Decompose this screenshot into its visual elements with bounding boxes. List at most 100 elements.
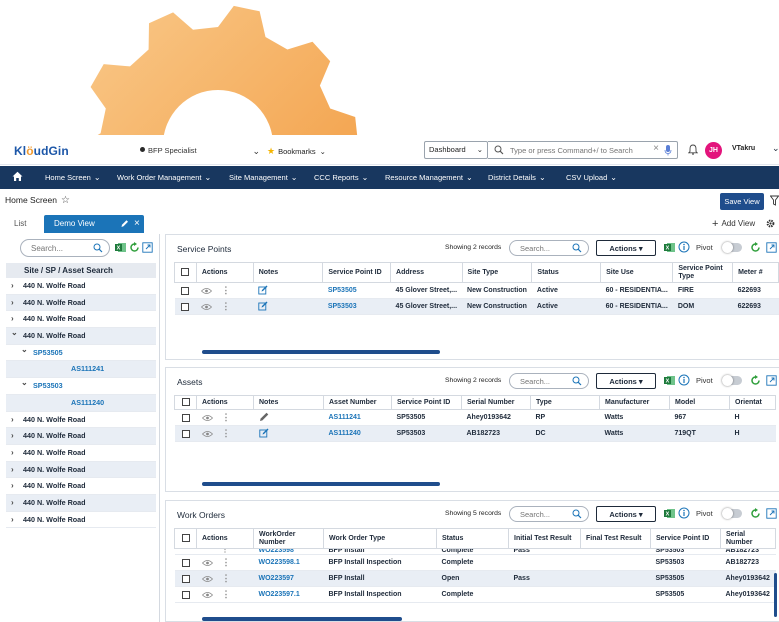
- asset-number-link[interactable]: AS111241: [323, 409, 392, 426]
- more-options-icon[interactable]: ⋮: [222, 428, 231, 439]
- chevron-right-icon[interactable]: ›: [11, 445, 14, 462]
- work-order-number-link[interactable]: WO223598.1: [253, 554, 324, 571]
- global-search-input[interactable]: [510, 144, 638, 157]
- settings-gear-icon[interactable]: [766, 219, 775, 228]
- asset-number-link[interactable]: AS111240: [323, 425, 392, 442]
- excel-icon[interactable]: X: [664, 508, 675, 519]
- pivot-toggle[interactable]: [722, 375, 742, 386]
- add-view-button[interactable]: + Add View: [712, 218, 755, 230]
- tree-item[interactable]: › 440 N. Wolfe Road: [6, 294, 156, 312]
- edit-note-icon[interactable]: [258, 285, 268, 295]
- tree-item[interactable]: › 440 N. Wolfe Road: [6, 512, 156, 529]
- column-header[interactable]: Serial Number: [720, 528, 776, 549]
- chevron-down-icon[interactable]: ⌄: [21, 375, 28, 392]
- expand-icon[interactable]: [766, 508, 777, 519]
- tree-item[interactable]: › 440 N. Wolfe Road: [6, 445, 156, 462]
- user-avatar[interactable]: JH: [705, 142, 722, 159]
- column-header[interactable]: Site Use: [600, 262, 674, 283]
- column-header[interactable]: Meter #: [732, 262, 779, 283]
- column-header[interactable]: WorkOrder Number: [253, 528, 324, 549]
- chevron-down-icon[interactable]: ⌄: [772, 143, 779, 154]
- column-header[interactable]: Final Test Result: [580, 528, 651, 549]
- column-header[interactable]: Address: [390, 262, 463, 283]
- chevron-right-icon[interactable]: ›: [11, 495, 14, 512]
- row-checkbox[interactable]: [181, 558, 190, 567]
- work-order-number-link[interactable]: WO223597.1: [253, 586, 324, 603]
- panel-search-input[interactable]: [520, 509, 570, 520]
- panel-search-input[interactable]: [520, 376, 570, 387]
- tree-item[interactable]: › 440 N. Wolfe Road: [6, 428, 156, 445]
- horizontal-scrollbar[interactable]: [202, 350, 440, 354]
- search-icon[interactable]: [572, 243, 582, 253]
- select-all-checkbox[interactable]: [181, 534, 190, 543]
- pivot-toggle[interactable]: [722, 242, 742, 253]
- tab-demo-view[interactable]: Demo View ×: [44, 215, 144, 233]
- more-options-icon[interactable]: ⋮: [221, 301, 230, 312]
- nav-site-management[interactable]: Site Management ⌄: [229, 166, 298, 189]
- chevron-down-icon[interactable]: ⌄: [11, 325, 18, 342]
- bookmarks-menu[interactable]: ★ Bookmarks ⌄: [267, 143, 326, 159]
- view-eye-icon[interactable]: [201, 575, 213, 583]
- tree-item[interactable]: ⌄ 440 N. Wolfe Road: [6, 328, 156, 345]
- filter-icon[interactable]: [770, 195, 779, 206]
- panel-search-input[interactable]: [520, 243, 570, 254]
- column-header[interactable]: Serial Number: [461, 395, 531, 410]
- more-options-icon[interactable]: ⋮: [221, 285, 230, 296]
- info-icon[interactable]: [678, 507, 690, 519]
- user-name[interactable]: VTakru: [732, 145, 755, 152]
- more-options-icon[interactable]: ⋮: [222, 573, 231, 584]
- service-point-id-link[interactable]: SP53505: [322, 282, 391, 299]
- column-header[interactable]: Actions: [196, 528, 254, 549]
- refresh-icon[interactable]: [750, 242, 761, 253]
- more-options-icon[interactable]: ⋮: [222, 557, 231, 568]
- view-eye-icon[interactable]: [201, 430, 213, 438]
- column-header[interactable]: Notes: [252, 262, 324, 283]
- select-all-checkbox[interactable]: [181, 398, 190, 407]
- view-eye-icon[interactable]: [201, 414, 213, 422]
- row-checkbox[interactable]: [181, 286, 190, 295]
- work-order-number-link[interactable]: WO223597: [253, 570, 324, 587]
- tree-item[interactable]: ⌄ SP53505: [6, 345, 156, 362]
- column-header[interactable]: Service Point Type: [672, 262, 734, 283]
- excel-icon[interactable]: X: [115, 242, 126, 253]
- horizontal-scrollbar[interactable]: [202, 482, 440, 486]
- clear-icon[interactable]: ×: [653, 143, 659, 154]
- view-eye-icon[interactable]: [201, 559, 213, 567]
- chevron-right-icon[interactable]: ›: [11, 278, 14, 295]
- tab-list[interactable]: List: [14, 215, 26, 233]
- tree-item[interactable]: › 440 N. Wolfe Road: [6, 478, 156, 495]
- tree-item[interactable]: AS111240: [6, 394, 156, 412]
- view-eye-icon[interactable]: [201, 303, 213, 311]
- more-options-icon[interactable]: ⋮: [222, 549, 229, 554]
- table-row[interactable]: ⋮ SP53503 45 Glover Street,... New Const…: [174, 298, 779, 315]
- table-row[interactable]: ⋮ WO223598.1 BFP Install Inspection Comp…: [174, 554, 776, 571]
- column-header[interactable]: Service Point ID: [391, 395, 462, 410]
- column-header[interactable]: Status: [436, 528, 509, 549]
- bell-icon[interactable]: [688, 144, 698, 155]
- role-selector[interactable]: BFP Specialist ⌄: [140, 143, 260, 159]
- excel-icon[interactable]: X: [664, 375, 675, 386]
- kloudgin-logo[interactable]: KlöudGin: [14, 144, 69, 158]
- tree-item[interactable]: › 440 N. Wolfe Road: [6, 412, 156, 429]
- pencil-icon[interactable]: [120, 215, 129, 233]
- tree-item[interactable]: › 440 N. Wolfe Road: [6, 311, 156, 329]
- column-header[interactable]: Status: [531, 262, 602, 283]
- nav-ccc-reports[interactable]: CCC Reports ⌄: [314, 166, 368, 189]
- column-header[interactable]: Model: [669, 395, 730, 410]
- actions-dropdown-button[interactable]: Actions ▾: [596, 373, 656, 389]
- column-header[interactable]: Orientat: [729, 395, 776, 410]
- pencil-icon[interactable]: [259, 412, 269, 422]
- search-icon[interactable]: [572, 509, 582, 519]
- tree-item[interactable]: AS111241: [6, 361, 156, 379]
- vertical-scrollbar[interactable]: [774, 573, 777, 617]
- table-row[interactable]: ⋮ AS111241 SP53505 Ahey0193642 RP Watts …: [174, 409, 776, 426]
- view-eye-icon[interactable]: [201, 591, 213, 599]
- refresh-icon[interactable]: [750, 375, 761, 386]
- chevron-right-icon[interactable]: ›: [11, 428, 14, 445]
- dashboard-select[interactable]: Dashboard ⌄: [424, 141, 488, 159]
- tree-search-input[interactable]: [31, 242, 91, 255]
- save-view-button[interactable]: Save View: [720, 193, 764, 210]
- more-options-icon[interactable]: ⋮: [222, 589, 231, 600]
- chevron-right-icon[interactable]: ›: [11, 512, 14, 529]
- row-checkbox[interactable]: [181, 429, 190, 438]
